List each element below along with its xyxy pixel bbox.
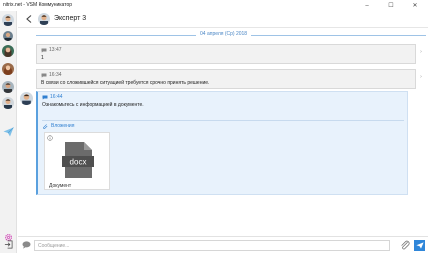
- message-icon: [41, 73, 47, 78]
- send-icon: [415, 242, 424, 249]
- logout-icon[interactable]: [4, 240, 13, 251]
- attach-file-icon[interactable]: [400, 240, 410, 252]
- message-time: 16:34: [49, 72, 62, 78]
- message-bubble[interactable]: 13:47 1: [36, 44, 416, 64]
- contact-avatar-3[interactable]: [2, 45, 14, 57]
- message-composer: [18, 236, 428, 253]
- contacts-rail: [0, 11, 17, 253]
- message-time: 16:44: [50, 94, 63, 100]
- contact-avatar-2[interactable]: [3, 31, 13, 41]
- back-arrow-icon[interactable]: [24, 14, 34, 24]
- message-text: В связи со сложившейся ситуацией требует…: [41, 80, 210, 86]
- date-separator: 04 апреля (Ср) 2018: [196, 31, 252, 37]
- docx-file-icon: docx: [62, 141, 94, 181]
- close-button[interactable]: ✕: [404, 0, 426, 11]
- chat-header: Эксперт 3: [18, 11, 428, 28]
- contact-avatar-4[interactable]: [2, 63, 14, 75]
- attachment-card[interactable]: docx Документ: [44, 132, 110, 190]
- contact-avatar-5[interactable]: [2, 81, 14, 93]
- minimize-button[interactable]: –: [356, 0, 378, 11]
- attachments-divider: [42, 120, 404, 121]
- message-bubble-active[interactable]: 16:44 Ознакомьтесь с информацией в докум…: [36, 91, 408, 195]
- message-text: Ознакомьтесь с информацией в документе.: [42, 102, 144, 108]
- message-icon: [41, 48, 47, 53]
- message-icon: [42, 95, 48, 100]
- attachments-header[interactable]: Вложения: [42, 123, 74, 129]
- sender-avatar: [20, 92, 33, 105]
- contact-avatar-6[interactable]: [2, 97, 14, 109]
- contact-name: Эксперт 3: [54, 15, 87, 22]
- attachments-label: Вложения: [51, 123, 75, 129]
- send-button[interactable]: [414, 240, 425, 251]
- message-input[interactable]: [34, 240, 390, 251]
- message-bubble[interactable]: 16:34 В связи со сложившейся ситуацией т…: [36, 69, 416, 89]
- info-icon[interactable]: [47, 135, 53, 143]
- attachment-name: Документ: [49, 183, 72, 189]
- chevron-right-icon[interactable]: ›: [418, 49, 424, 55]
- maximize-button[interactable]: ☐: [380, 0, 402, 11]
- message-text: 1: [41, 55, 44, 61]
- file-type-label: docx: [70, 158, 87, 167]
- title-bar: nitrix.net - VSM Коммуникатор – ☐ ✕: [0, 0, 428, 11]
- message-time: 13:47: [49, 47, 62, 53]
- chevron-right-icon[interactable]: ›: [418, 74, 424, 80]
- send-nav-icon[interactable]: [3, 127, 14, 139]
- contact-avatar: [38, 13, 50, 25]
- paperclip-icon: [43, 124, 48, 129]
- chat-bubble-icon[interactable]: [22, 241, 31, 251]
- chat-area: 04 апреля (Ср) 2018 13:47 1 › 16:34 В св…: [18, 29, 428, 236]
- window-title: nitrix.net - VSM Коммуникатор: [3, 2, 73, 8]
- contact-avatar-1[interactable]: [2, 14, 14, 26]
